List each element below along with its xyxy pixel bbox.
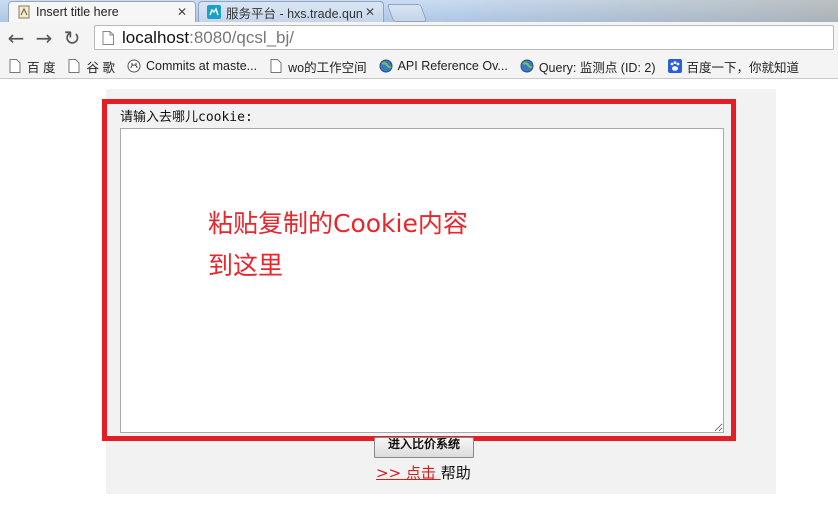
bookmark-google[interactable]: 谷 歌 [67, 57, 115, 76]
paste-instruction-annotation: 粘贴复制的Cookie内容到这里 [208, 209, 468, 280]
new-tab-button[interactable] [386, 4, 428, 22]
help-link[interactable]: >> 点击 [376, 464, 441, 482]
tab-service-platform[interactable]: 服务平台 - hxs.trade.qunar.com ✕ [198, 1, 384, 22]
forward-button[interactable]: → [32, 26, 56, 50]
tab-insert-title[interactable]: Insert title here ✕ [8, 1, 196, 22]
bookmark-api-reference[interactable]: API Reference Ov... [379, 59, 508, 73]
help-row: >> 点击 帮助 [376, 462, 471, 483]
bookmark-label: Query: 监测点 (ID: 2) [538, 60, 656, 75]
back-arrow-icon: ← [7, 26, 25, 50]
bookmark-baidu[interactable]: 百 度 [8, 57, 55, 76]
url-text: localhost:8080/qcsl_bj/ [122, 28, 294, 48]
back-button[interactable]: ← [4, 26, 28, 50]
tab-title: 服务平台 - hxs.trade.qunar.com [226, 6, 363, 21]
page-icon [9, 59, 21, 73]
reload-icon: ↻ [63, 26, 81, 50]
page-icon [270, 59, 282, 73]
bookmark-label: 百度一下，你就知道 [686, 60, 800, 75]
reload-button[interactable]: ↻ [60, 26, 84, 50]
baidu-paw-icon [667, 59, 682, 73]
page-icon [68, 59, 80, 73]
bookmark-baidu-search[interactable]: 百度一下，你就知道 [667, 57, 800, 76]
page-favicon-icon [18, 5, 30, 19]
browser-toolbar: ← → ↻ localhost:8080/qcsl_bj/ [0, 22, 838, 54]
forward-arrow-icon: → [35, 26, 53, 50]
tab-title: Insert title here [36, 5, 119, 19]
help-text: 帮助 [440, 464, 471, 482]
cookie-prompt-label: 请输入去哪儿cookie: [120, 110, 253, 125]
github-icon [127, 59, 141, 73]
bookmark-label: API Reference Ov... [397, 59, 508, 73]
camel-favicon-icon [207, 5, 221, 19]
bookmark-label: wo的工作空间 [288, 60, 367, 75]
bookmark-workspace[interactable]: wo的工作空间 [269, 57, 367, 76]
enter-price-system-button[interactable]: 进入比价系统 [374, 437, 474, 458]
url-path: :8080/qcsl_bj/ [189, 27, 295, 47]
address-bar[interactable]: localhost:8080/qcsl_bj/ [94, 25, 834, 50]
tabstrip-background [430, 0, 838, 22]
bookmarks-bar: 百 度 谷 歌 Commits at maste... wo的工作空间 API … [0, 54, 838, 79]
bookmark-label: Commits at maste... [145, 59, 258, 73]
tab-strip: Insert title here ✕ 服务平台 - hxs.trade.qun… [0, 0, 838, 22]
page-icon [102, 30, 114, 45]
globe-icon [520, 59, 534, 73]
close-icon[interactable]: ✕ [175, 5, 189, 19]
bookmark-label: 谷 歌 [86, 60, 115, 75]
close-icon[interactable]: ✕ [363, 5, 377, 19]
bookmark-label: 百 度 [27, 60, 56, 75]
bookmark-query[interactable]: Query: 监测点 (ID: 2) [520, 57, 656, 76]
bookmark-commits[interactable]: Commits at maste... [127, 59, 257, 73]
url-host: localhost [122, 27, 190, 47]
globe-icon [379, 59, 393, 73]
